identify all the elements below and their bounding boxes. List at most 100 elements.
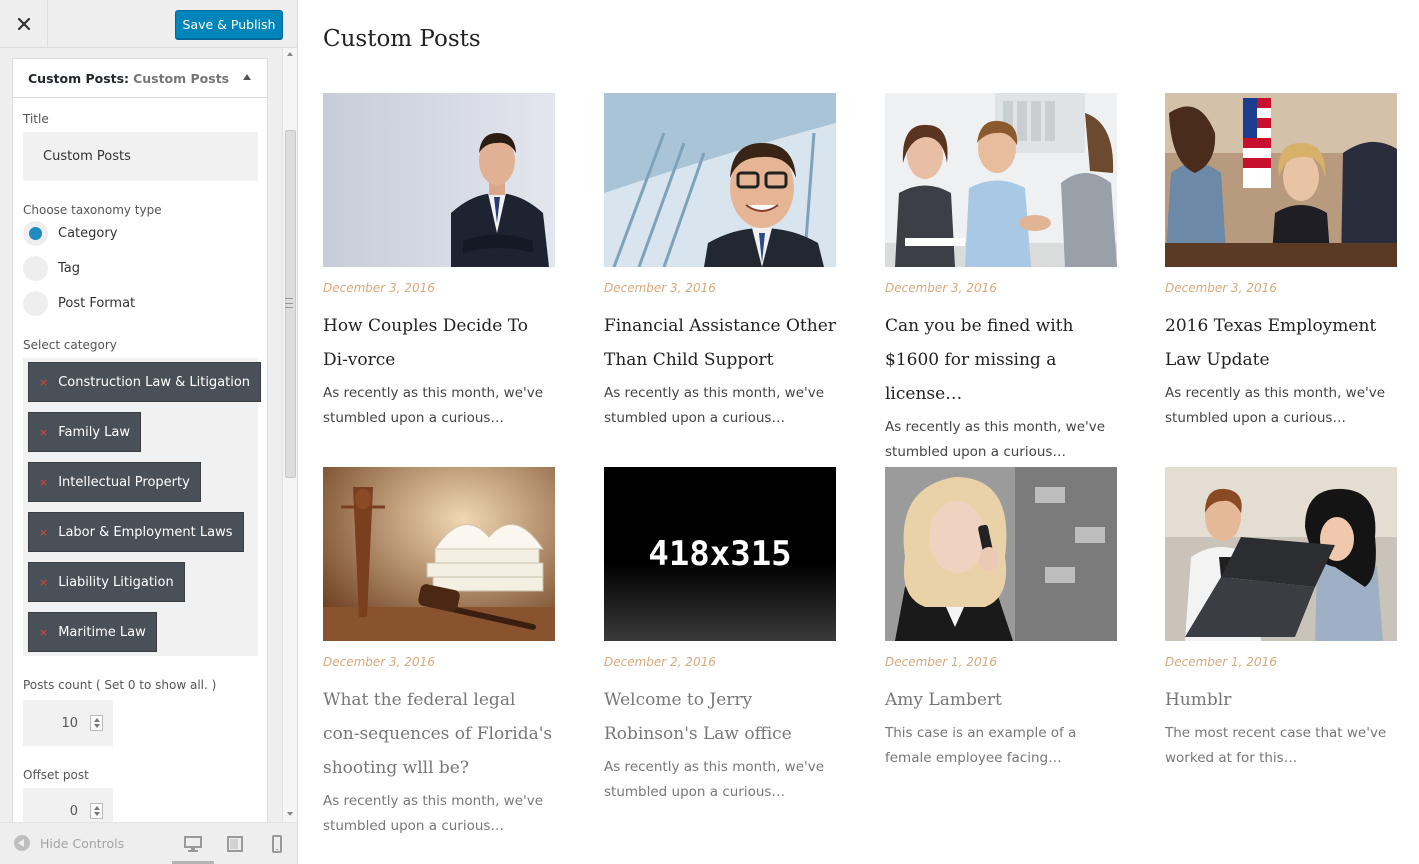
post-thumbnail[interactable]	[1165, 93, 1397, 267]
post-thumbnail[interactable]	[604, 93, 836, 267]
post-title-link[interactable]: 2016 Texas Employment Law Update	[1165, 309, 1397, 377]
post-excerpt: As recently as this month, we've stumble…	[1165, 385, 1386, 426]
category-chip[interactable]: × Intellectual Property	[28, 462, 201, 502]
category-multiselect[interactable]: × Construction Law & Litigation × Family L…	[23, 358, 262, 656]
category-chip[interactable]: × Labor & Employment Laws	[28, 512, 244, 552]
radio-post-format[interactable]: Post Format	[23, 291, 135, 316]
post-date: December 3, 2016	[885, 281, 997, 295]
post-thumbnail[interactable]: 418x315	[604, 467, 836, 641]
post-thumbnail[interactable]	[323, 467, 555, 641]
select-category-label: Select category	[23, 338, 117, 352]
radio-category[interactable]: Category	[23, 221, 117, 246]
remove-icon[interactable]: ×	[39, 626, 48, 639]
close-customizer-button[interactable]	[0, 0, 48, 48]
resize-grip-icon[interactable]	[285, 298, 293, 308]
post-card[interactable]: December 3, 2016 What the federal legal …	[323, 467, 555, 839]
post-title-link[interactable]: Amy Lambert	[885, 683, 1117, 717]
scroll-up-icon[interactable]	[287, 52, 293, 56]
collapse-caret-icon[interactable]	[243, 74, 251, 80]
justice-gavel-books-image	[323, 467, 555, 641]
businessman-image	[323, 93, 555, 267]
radio-unselected-icon[interactable]	[23, 256, 48, 281]
post-excerpt: As recently as this month, we've stumble…	[885, 419, 1106, 460]
posts-count-stepper[interactable]: 10	[23, 700, 113, 746]
chip-label: Construction Law & Litigation	[58, 374, 251, 390]
post-title-link[interactable]: How Couples Decide To Di-vorce	[323, 309, 555, 377]
post-date: December 3, 2016	[1165, 281, 1277, 295]
post-excerpt: As recently as this month, we've stumble…	[323, 385, 544, 426]
collapse-arrow-icon	[14, 835, 30, 851]
radio-selected-icon[interactable]	[23, 221, 48, 246]
sidebar-body: Custom Posts: Custom Posts Title Choose …	[0, 48, 297, 822]
category-chip[interactable]: × Construction Law & Litigation	[28, 362, 262, 402]
mobile-preview-icon[interactable]	[268, 835, 286, 853]
smiling-man-glasses-image	[604, 93, 836, 267]
chip-label: Family Law	[58, 424, 131, 440]
post-thumbnail[interactable]	[885, 93, 1117, 267]
spinner-arrows-icon[interactable]	[90, 715, 103, 731]
post-title-link[interactable]: Humblr	[1165, 683, 1397, 717]
title-input[interactable]	[23, 132, 258, 181]
post-card[interactable]: December 3, 2016 Financial Assistance Ot…	[604, 93, 836, 431]
remove-icon[interactable]: ×	[39, 476, 48, 489]
chip-label: Liability Litigation	[58, 574, 174, 590]
post-date: December 1, 2016	[885, 655, 997, 669]
section-header-custom-posts[interactable]: Custom Posts: Custom Posts	[12, 58, 268, 98]
offset-stepper[interactable]: 0	[23, 788, 113, 822]
preview-title: Custom Posts	[323, 26, 481, 52]
post-date: December 3, 2016	[323, 281, 435, 295]
save-publish-button[interactable]: Save & Publish	[175, 10, 283, 39]
hide-controls-button[interactable]: Hide Controls	[14, 835, 124, 851]
radio-label-category: Category	[58, 226, 118, 241]
couple-laptop-image	[1165, 467, 1397, 641]
tablet-preview-icon[interactable]	[226, 835, 244, 853]
post-excerpt: As recently as this month, we've stumble…	[604, 759, 825, 800]
customizer-sidebar: Save & Publish Custom Posts: Custom Post…	[0, 0, 298, 864]
posts-count-value[interactable]: 10	[61, 716, 78, 731]
close-icon	[17, 17, 30, 31]
taxonomy-label: Choose taxonomy type	[23, 203, 162, 217]
chip-label: Maritime Law	[58, 624, 146, 640]
remove-icon[interactable]: ×	[39, 576, 48, 589]
remove-icon[interactable]: ×	[39, 426, 48, 439]
post-thumbnail[interactable]	[1165, 467, 1397, 641]
category-chip[interactable]: × Liability Litigation	[28, 562, 185, 602]
desktop-preview-icon[interactable]	[184, 835, 202, 853]
post-card[interactable]: December 1, 2016 Amy Lambert This case i…	[885, 467, 1117, 771]
radio-label-tag: Tag	[58, 261, 81, 276]
section-label: Custom Posts:	[28, 70, 130, 86]
post-date: December 1, 2016	[1165, 655, 1277, 669]
radio-tag[interactable]: Tag	[23, 256, 80, 281]
spinner-arrows-icon[interactable]	[90, 803, 103, 819]
post-thumbnail[interactable]	[323, 93, 555, 267]
section-sub-label: Custom Posts	[133, 70, 230, 86]
post-date: December 3, 2016	[604, 281, 716, 295]
post-card[interactable]: December 3, 2016 2016 Texas Employment L…	[1165, 93, 1397, 431]
offset-value[interactable]: 0	[70, 804, 78, 819]
sidebar-header: Save & Publish	[0, 0, 297, 48]
post-excerpt: This case is an example of a female empl…	[885, 725, 1077, 766]
woman-on-phone-image	[885, 467, 1117, 641]
post-title-link[interactable]: Financial Assistance Other Than Child Su…	[604, 309, 836, 377]
title-label: Title	[23, 112, 49, 126]
radio-label-post-format: Post Format	[58, 296, 136, 311]
widget-settings-panel: Title Choose taxonomy type Category Tag …	[12, 98, 268, 822]
category-chip[interactable]: × Family Law	[28, 412, 142, 452]
chip-label: Intellectual Property	[58, 474, 190, 490]
remove-icon[interactable]: ×	[39, 526, 48, 539]
post-title-link[interactable]: Can you be fined with $1600 for missing …	[885, 309, 1117, 411]
post-card[interactable]: 418x315 December 2, 2016 Welcome to Jerr…	[604, 467, 836, 805]
radio-unselected-icon[interactable]	[23, 291, 48, 316]
sidebar-scrollbar[interactable]	[282, 48, 297, 822]
category-chip[interactable]: × Maritime Law	[28, 612, 157, 652]
post-title-link[interactable]: Welcome to Jerry Robinson's Law office	[604, 683, 836, 751]
post-title-link[interactable]: What the federal legal con-sequences of …	[323, 683, 555, 785]
post-date: December 3, 2016	[323, 655, 435, 669]
post-card[interactable]: December 1, 2016 Humblr The most recent …	[1165, 467, 1397, 771]
post-thumbnail[interactable]	[885, 467, 1117, 641]
post-card[interactable]: December 3, 2016 Can you be fined with $…	[885, 93, 1117, 465]
scroll-down-icon[interactable]	[287, 812, 293, 816]
remove-icon[interactable]: ×	[39, 376, 48, 389]
post-card[interactable]: December 3, 2016 How Couples Decide To D…	[323, 93, 555, 431]
post-excerpt: The most recent case that we've worked a…	[1165, 725, 1387, 766]
